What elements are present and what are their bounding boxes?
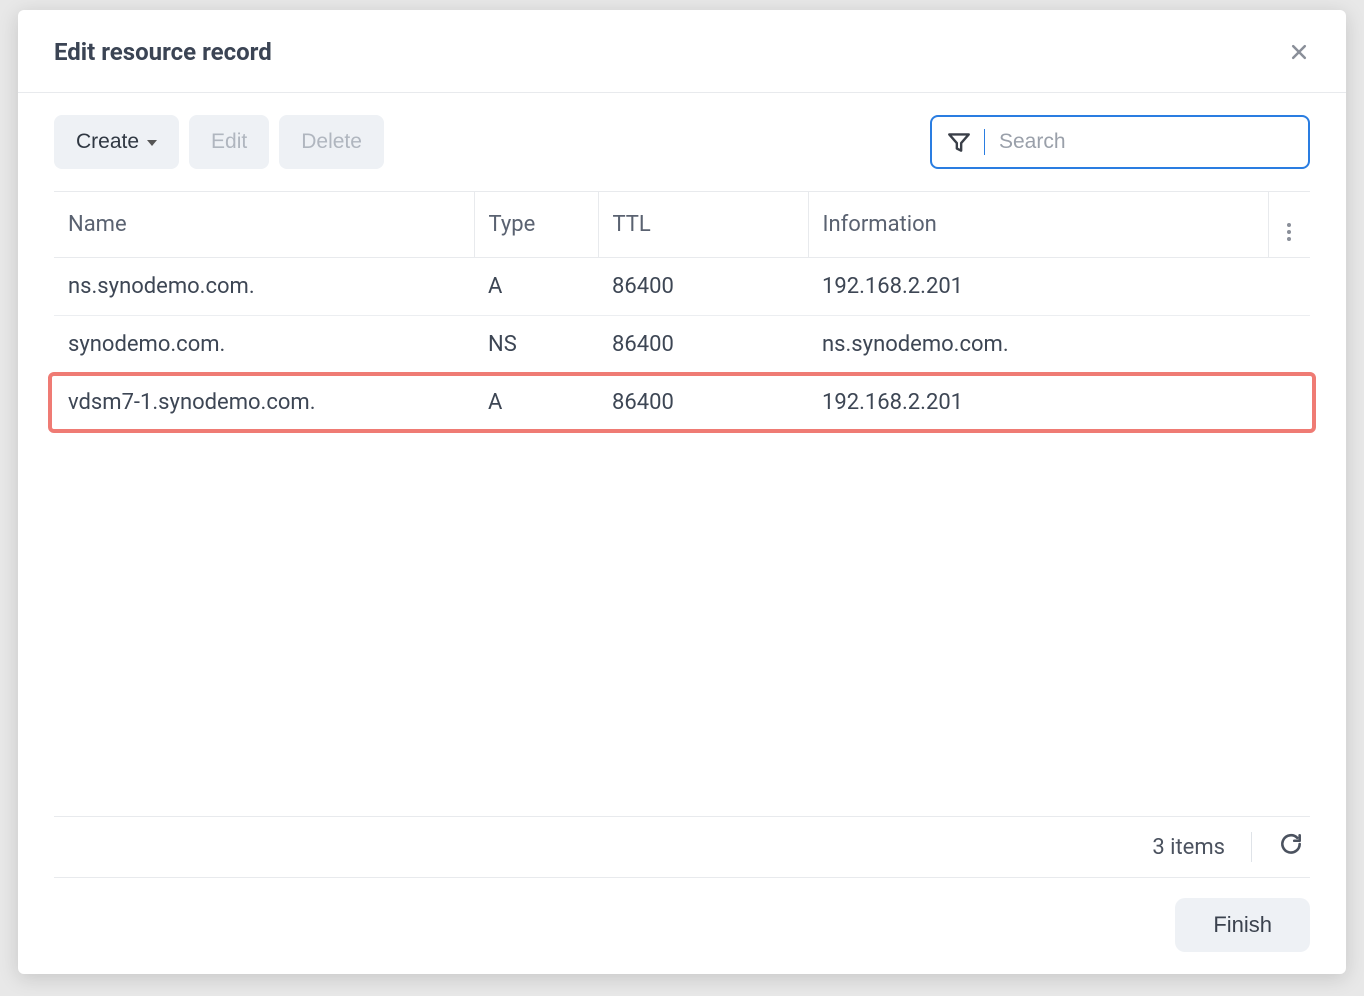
table-row[interactable]: vdsm7-1.synodemo.com.A86400192.168.2.201 (54, 374, 1310, 432)
cell-ttl: 86400 (598, 258, 808, 316)
cell-ttl: 86400 (598, 374, 808, 432)
table-header-row: Name Type TTL Information (54, 192, 1310, 258)
text-cursor (984, 129, 985, 155)
cell-menu (1268, 316, 1310, 374)
finish-button-label: Finish (1213, 912, 1272, 937)
cell-info: 192.168.2.201 (808, 374, 1268, 432)
search-box[interactable] (930, 115, 1310, 169)
status-divider (1251, 832, 1252, 862)
caret-down-icon (147, 140, 157, 146)
cell-name: vdsm7-1.synodemo.com. (54, 374, 474, 432)
search-input[interactable] (999, 130, 1294, 154)
delete-button: Delete (279, 115, 384, 169)
cell-info: ns.synodemo.com. (808, 316, 1268, 374)
col-header-name[interactable]: Name (54, 192, 474, 258)
col-header-ttl[interactable]: TTL (598, 192, 808, 258)
cell-info: 192.168.2.201 (808, 258, 1268, 316)
cell-menu (1268, 374, 1310, 432)
col-header-info[interactable]: Information (808, 192, 1268, 258)
edit-button-label: Edit (211, 130, 247, 154)
create-button[interactable]: Create (54, 115, 179, 169)
cell-type: A (474, 374, 598, 432)
col-header-type[interactable]: Type (474, 192, 598, 258)
filter-icon (946, 129, 972, 155)
status-bar: 3 items (54, 816, 1310, 878)
dialog-title: Edit resource record (54, 38, 272, 66)
items-count: 3 items (1152, 835, 1225, 860)
edit-button: Edit (189, 115, 269, 169)
cell-menu (1268, 258, 1310, 316)
cell-name: ns.synodemo.com. (54, 258, 474, 316)
close-icon[interactable] (1288, 41, 1310, 63)
dialog-footer: Finish (18, 878, 1346, 974)
toolbar: Create Edit Delete (18, 93, 1346, 191)
cell-ttl: 86400 (598, 316, 808, 374)
cell-type: NS (474, 316, 598, 374)
cell-type: A (474, 258, 598, 316)
records-table: Name Type TTL Information ns.synodemo.co… (54, 191, 1310, 431)
refresh-icon[interactable] (1278, 831, 1304, 863)
col-header-menu[interactable] (1268, 192, 1310, 258)
dialog-header: Edit resource record (18, 10, 1346, 93)
table-row[interactable]: synodemo.com.NS86400ns.synodemo.com. (54, 316, 1310, 374)
toolbar-left: Create Edit Delete (54, 115, 384, 169)
table-row[interactable]: ns.synodemo.com.A86400192.168.2.201 (54, 258, 1310, 316)
kebab-icon (1287, 223, 1291, 241)
finish-button[interactable]: Finish (1175, 898, 1310, 952)
create-button-label: Create (76, 130, 139, 154)
cell-name: synodemo.com. (54, 316, 474, 374)
table-area: Name Type TTL Information ns.synodemo.co… (54, 191, 1310, 816)
table-wrap: Name Type TTL Information ns.synodemo.co… (18, 191, 1346, 816)
edit-resource-record-dialog: Edit resource record Create Edit Delete (18, 10, 1346, 974)
delete-button-label: Delete (301, 130, 362, 154)
